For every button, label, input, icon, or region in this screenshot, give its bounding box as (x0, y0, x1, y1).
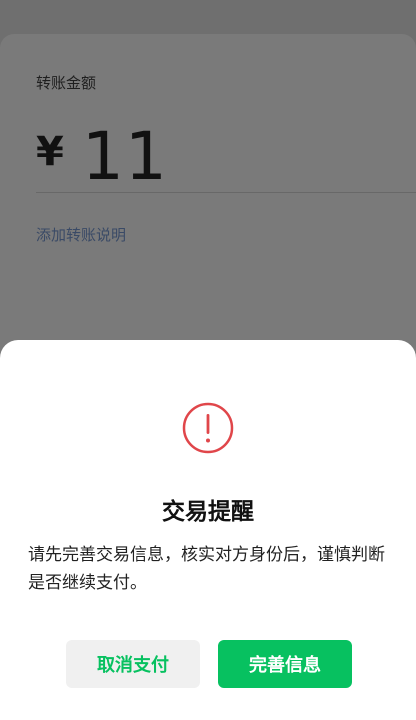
amount-label: 转账金额 (36, 74, 97, 92)
dialog-title: 交易提醒 (162, 499, 254, 525)
cancel-payment-button[interactable]: 取消支付 (66, 640, 200, 688)
dialog-message: 请先完善交易信息，核实对方身份后，谨慎判断是否继续支付。 (28, 545, 385, 593)
transaction-reminder-dialog: 交易提醒 请先完善交易信息，核实对方身份后，谨慎判断是否继续支付。 取消支付 完… (0, 340, 416, 720)
exclamation-circle-icon (182, 402, 234, 454)
currency-symbol: ¥ (36, 129, 64, 175)
amount-value: 11 (81, 117, 168, 195)
complete-info-button[interactable]: 完善信息 (218, 640, 352, 688)
amount-divider (36, 192, 416, 193)
amount-display: ¥ 11 (36, 116, 168, 196)
add-note-link[interactable]: 添加转账说明 (36, 224, 126, 245)
